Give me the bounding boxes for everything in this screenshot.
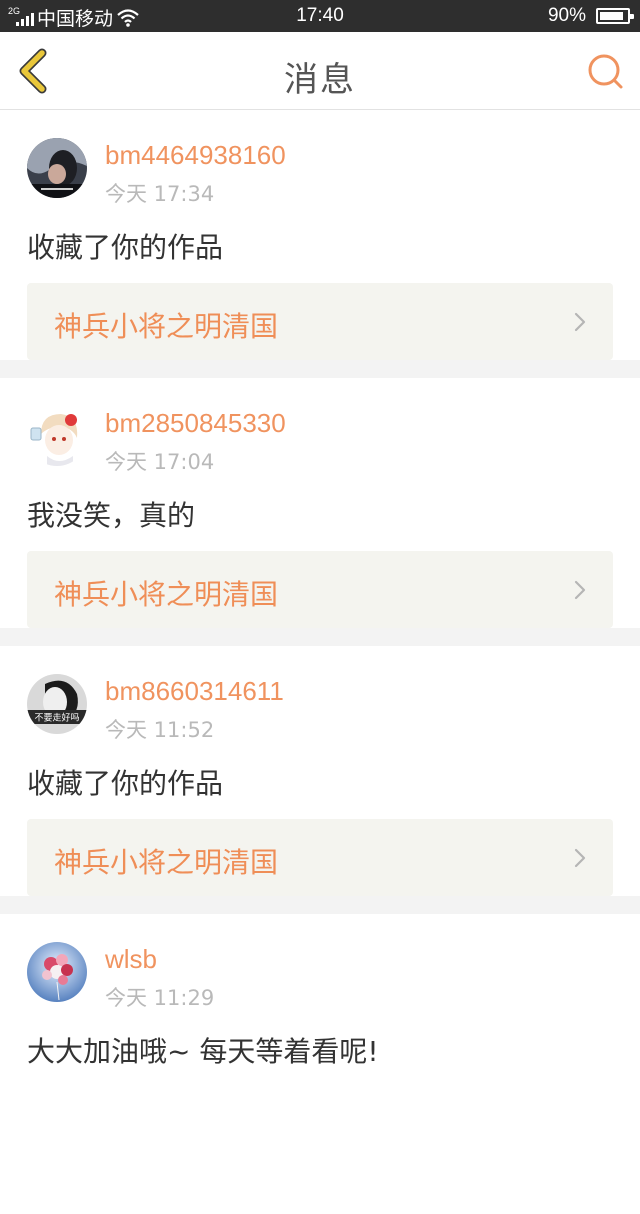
message-text: 大大加油哦~ 每天等着看呢! [27, 1035, 379, 1068]
work-title: 神兵小将之明清国 [54, 846, 279, 879]
work-link[interactable]: 神兵小将之明清国 [27, 551, 613, 628]
search-icon[interactable] [586, 52, 626, 92]
message-time: 今天 17:04 [105, 450, 215, 474]
message-item: 不要走好吗 bm8660314611 今天 11:52 收藏了你的作品 神兵小将… [0, 646, 640, 914]
message-text: 收藏了你的作品 [27, 231, 224, 264]
avatar[interactable] [27, 406, 87, 466]
work-link[interactable]: 神兵小将之明清国 [27, 819, 613, 896]
status-right: 90% [547, 5, 634, 27]
message-time: 今天 17:34 [105, 182, 215, 206]
avatar[interactable] [27, 138, 87, 198]
chevron-right-icon [574, 312, 586, 332]
avatar[interactable] [27, 942, 87, 1002]
avatar-caption: 不要走好吗 [34, 712, 79, 724]
avatar[interactable]: 不要走好吗 [27, 674, 87, 734]
message-list: bm4464938160 今天 17:34 收藏了你的作品 神兵小将之明清国 b… [0, 110, 640, 1214]
battery-icon [596, 8, 634, 24]
battery-fill [600, 12, 624, 20]
page-title: 消息 [284, 60, 356, 100]
username[interactable]: wlsb [105, 944, 157, 975]
nav-bar: 消息 [0, 32, 640, 110]
username[interactable]: bm2850845330 [105, 408, 286, 439]
message-item: bm2850845330 今天 17:04 我没笑，真的 神兵小将之明清国 [0, 378, 640, 646]
chevron-right-icon [574, 580, 586, 600]
message-text: 收藏了你的作品 [27, 767, 224, 800]
battery-percent: 90% [547, 5, 586, 26]
message-text: 我没笑，真的 [27, 499, 196, 532]
message-time: 今天 11:52 [105, 718, 215, 742]
status-time: 17:40 [296, 5, 344, 26]
username[interactable]: bm4464938160 [105, 140, 286, 171]
message-item: bm4464938160 今天 17:34 收藏了你的作品 神兵小将之明清国 [0, 110, 640, 378]
work-title: 神兵小将之明清国 [54, 578, 279, 611]
message-time: 今天 11:29 [105, 986, 215, 1010]
status-bar: 2G 中国移动 17:40 90% [0, 0, 640, 32]
work-title: 神兵小将之明清国 [54, 310, 279, 343]
message-item: wlsb 今天 11:29 大大加油哦~ 每天等着看呢! [0, 914, 640, 1214]
username[interactable]: bm8660314611 [105, 676, 284, 707]
work-link[interactable]: 神兵小将之明清国 [27, 283, 613, 360]
chevron-right-icon [574, 848, 586, 868]
